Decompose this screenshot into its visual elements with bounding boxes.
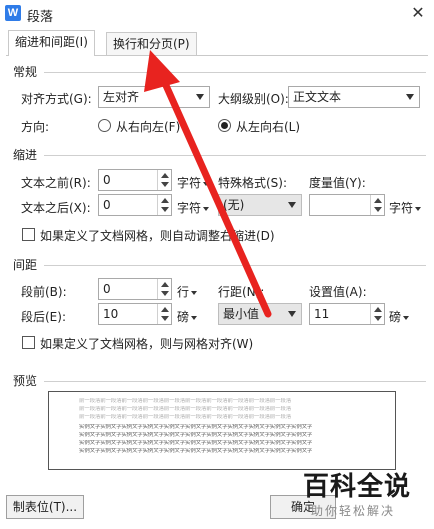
tab-indent-spacing[interactable]: 缩进和间距(I) bbox=[8, 30, 95, 56]
watermark-slogan: 助你轻松解决 bbox=[311, 504, 396, 518]
watermark-logo: 百科全说 助你轻松解决 bbox=[303, 466, 429, 524]
annotation-arrow-icon bbox=[144, 50, 272, 318]
watermark-title: 百科全说 bbox=[303, 472, 412, 502]
